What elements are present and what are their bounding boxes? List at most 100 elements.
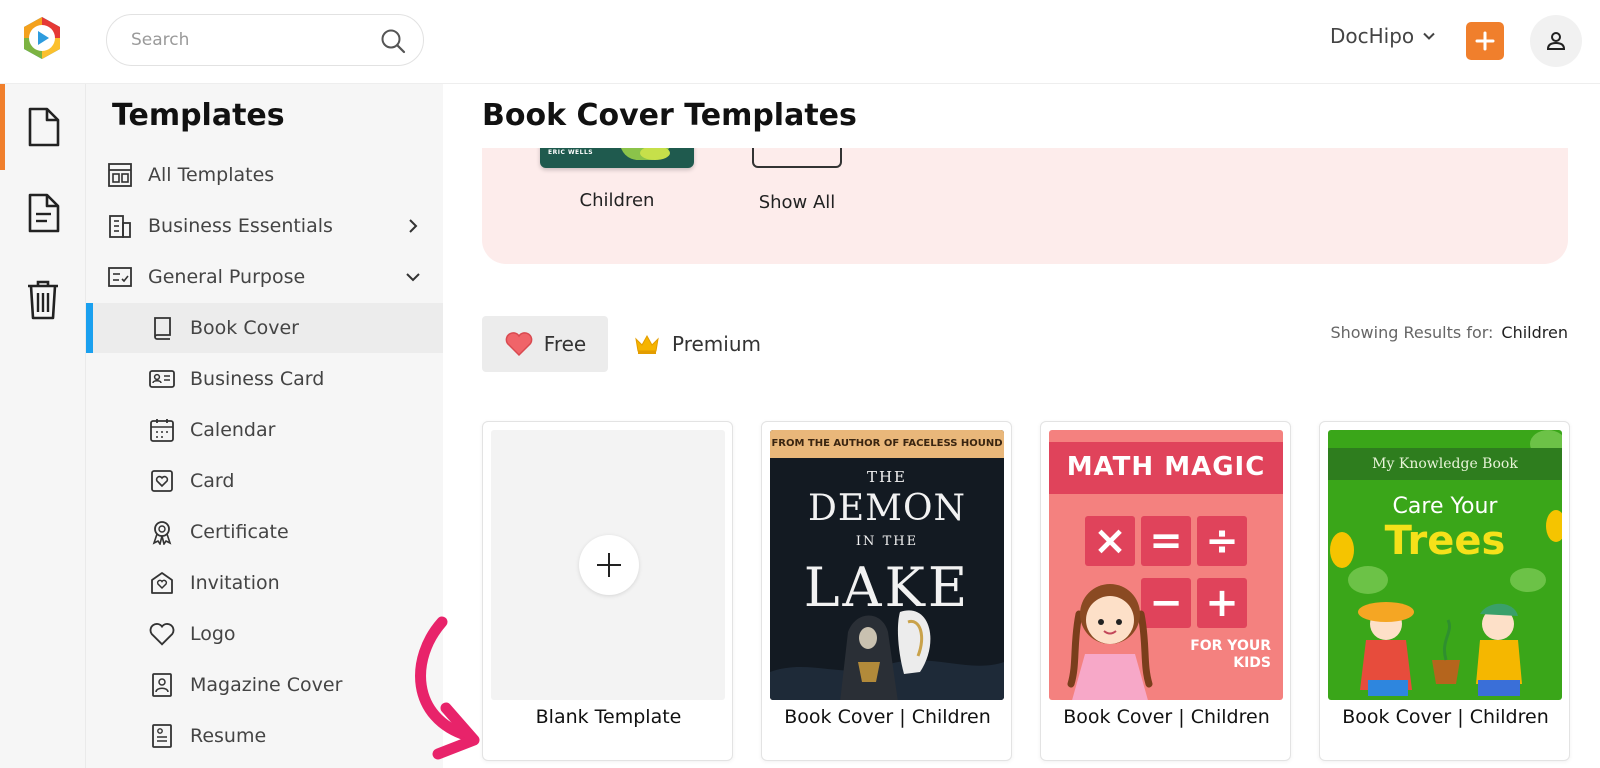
sidebar-item-label: Business Card: [190, 368, 325, 390]
templates-sidebar: Templates All Templates Business Essenti…: [86, 84, 443, 768]
category-label-show-all[interactable]: Show All: [737, 192, 857, 213]
sidebar-item-label: Card: [190, 470, 235, 492]
template-card-math-magic[interactable]: MATH MAGIC × = ÷ − + FOR YOUR KIDS Book …: [1040, 421, 1291, 761]
calendar-icon: [148, 416, 176, 444]
file-text-icon: [28, 193, 60, 233]
cover-band-text: My Knowledge Book: [1328, 448, 1562, 480]
sidebar-item-general-purpose[interactable]: General Purpose: [86, 252, 443, 302]
template-card-label: Book Cover | Children: [1063, 706, 1270, 728]
dochipo-logo-icon[interactable]: [18, 14, 66, 62]
cover-title-line: IN THE: [855, 534, 919, 549]
heart-icon: [148, 620, 176, 648]
category-thumbnail-text: ERIC WELLS: [548, 149, 594, 156]
account-name: DocHipo: [1330, 24, 1415, 48]
sidebar-item-book-cover[interactable]: Book Cover: [86, 303, 443, 353]
filter-premium-button[interactable]: Premium: [626, 316, 769, 372]
sidebar-item-label: General Purpose: [148, 266, 306, 288]
book-cover-thumbnail: MATH MAGIC × = ÷ − + FOR YOUR KIDS: [1049, 430, 1283, 700]
envelope-heart-icon: [148, 569, 176, 597]
layout-icon: [106, 161, 134, 189]
results-summary: Showing Results for: Children: [1330, 323, 1568, 342]
chevron-down-icon: [1423, 32, 1435, 40]
search-box: [106, 14, 424, 66]
user-icon: [1546, 32, 1566, 50]
cover-title: MATH MAGIC: [1066, 452, 1266, 482]
create-new-button[interactable]: [1466, 22, 1504, 60]
sidebar-item-label: Resume: [190, 725, 267, 747]
sidebar-item-calendar[interactable]: Calendar: [86, 405, 443, 455]
template-card-care-trees[interactable]: My Knowledge Book Care Your Trees Book C…: [1319, 421, 1570, 761]
rail-item-documents[interactable]: [0, 84, 86, 170]
plus-icon: [597, 553, 621, 577]
sidebar-item-label: Business Essentials: [148, 215, 333, 237]
sidebar-item-logo[interactable]: Logo: [86, 609, 443, 659]
award-icon: [148, 518, 176, 546]
plus-icon: [1475, 31, 1495, 51]
cover-subtitle: FOR YOUR KIDS: [1190, 638, 1271, 672]
book-cover-thumbnail: FROM THE AUTHOR OF FACELESS HOUND THE DE…: [770, 430, 1004, 700]
sidebar-item-label: Invitation: [190, 572, 280, 594]
chevron-down-icon: [406, 273, 420, 282]
annotation-arrow-icon: [415, 616, 480, 760]
crown-icon: [635, 334, 659, 354]
document-icon: [28, 107, 60, 147]
sidebar-item-label: Magazine Cover: [190, 674, 343, 696]
id-card-icon: [148, 365, 176, 393]
sidebar-item-invitation[interactable]: Invitation: [86, 558, 443, 608]
sidebar-item-label: Certificate: [190, 521, 289, 543]
filter-premium-label: Premium: [672, 332, 761, 356]
building-icon: [106, 212, 134, 240]
cover-subtitle-line: KIDS: [1233, 655, 1271, 671]
cover-title-line: Trees: [1384, 518, 1506, 564]
rail-item-drafts[interactable]: [0, 170, 86, 256]
sidebar-item-all-templates[interactable]: All Templates: [86, 150, 443, 200]
top-header: DocHipo: [0, 0, 1600, 84]
leaf-decoration: [640, 148, 670, 160]
cover-band-text: FROM THE AUTHOR OF FACELESS HOUND: [770, 430, 1004, 458]
template-card-label: Book Cover | Children: [1342, 706, 1549, 728]
sidebar-item-resume[interactable]: Resume: [86, 711, 443, 761]
category-thumbnail-show-all[interactable]: [752, 148, 842, 168]
math-symbol: ÷: [1197, 516, 1247, 566]
template-card-label: Book Cover | Children: [784, 706, 991, 728]
cover-title-line: DEMON: [807, 488, 967, 529]
cover-illustration: [1067, 584, 1153, 700]
trash-icon: [28, 280, 58, 320]
chevron-right-icon: [409, 219, 418, 233]
results-value: Children: [1501, 323, 1568, 342]
category-thumbnail-children[interactable]: ERIC WELLS: [540, 148, 694, 168]
sidebar-item-card[interactable]: Card: [86, 456, 443, 506]
sidebar-item-business-essentials[interactable]: Business Essentials: [86, 201, 443, 251]
checklist-icon: [106, 263, 134, 291]
book-icon: [148, 314, 176, 342]
search-input[interactable]: [129, 27, 369, 53]
cover-title-line: Care Your: [1392, 494, 1498, 519]
sidebar-item-label: All Templates: [148, 164, 275, 186]
sidebar-item-certificate[interactable]: Certificate: [86, 507, 443, 557]
category-strip: ERIC WELLS Children Show All: [482, 148, 1568, 264]
heart-card-icon: [148, 467, 176, 495]
sidebar-item-business-card[interactable]: Business Card: [86, 354, 443, 404]
add-blank-button[interactable]: [579, 535, 639, 595]
profile-button[interactable]: [1530, 15, 1582, 67]
cover-illustration: [1358, 602, 1522, 696]
category-label-children[interactable]: Children: [540, 190, 694, 211]
page-title: Book Cover Templates: [482, 98, 857, 133]
sidebar-item-label: Logo: [190, 623, 236, 645]
sidebar-item-magazine-cover[interactable]: Magazine Cover: [86, 660, 443, 710]
heart-icon: [505, 332, 533, 357]
template-card-label: Blank Template: [535, 706, 682, 728]
math-symbol: +: [1197, 578, 1247, 628]
filter-free-button[interactable]: Free: [482, 316, 608, 372]
template-card-blank[interactable]: Blank Template: [482, 421, 733, 761]
book-cover-thumbnail: My Knowledge Book Care Your Trees: [1328, 430, 1562, 700]
account-dropdown[interactable]: DocHipo: [1330, 24, 1436, 48]
blank-template-thumbnail: [491, 430, 725, 700]
cover-title-line: THE: [866, 468, 908, 486]
search-icon[interactable]: [379, 27, 407, 55]
cover-illustration: [770, 610, 1004, 700]
sidebar-item-label: Book Cover: [190, 317, 299, 339]
template-card-demon-lake[interactable]: FROM THE AUTHOR OF FACELESS HOUND THE DE…: [761, 421, 1012, 761]
rail-item-trash[interactable]: [0, 256, 86, 342]
sidebar-item-label: Calendar: [190, 419, 276, 441]
